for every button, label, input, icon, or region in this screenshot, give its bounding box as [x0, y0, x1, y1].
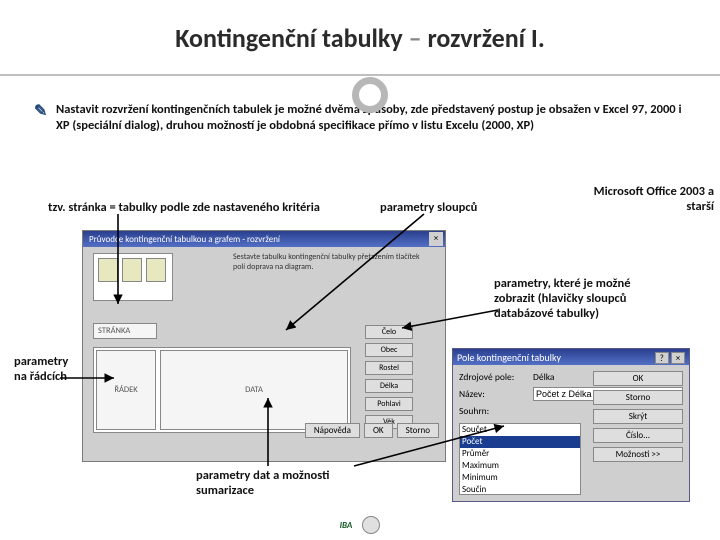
arrows-overlay [0, 0, 720, 540]
footer-logos: IBA [0, 516, 720, 534]
logo-iba: IBA [340, 520, 353, 531]
logo-mu [362, 516, 380, 534]
